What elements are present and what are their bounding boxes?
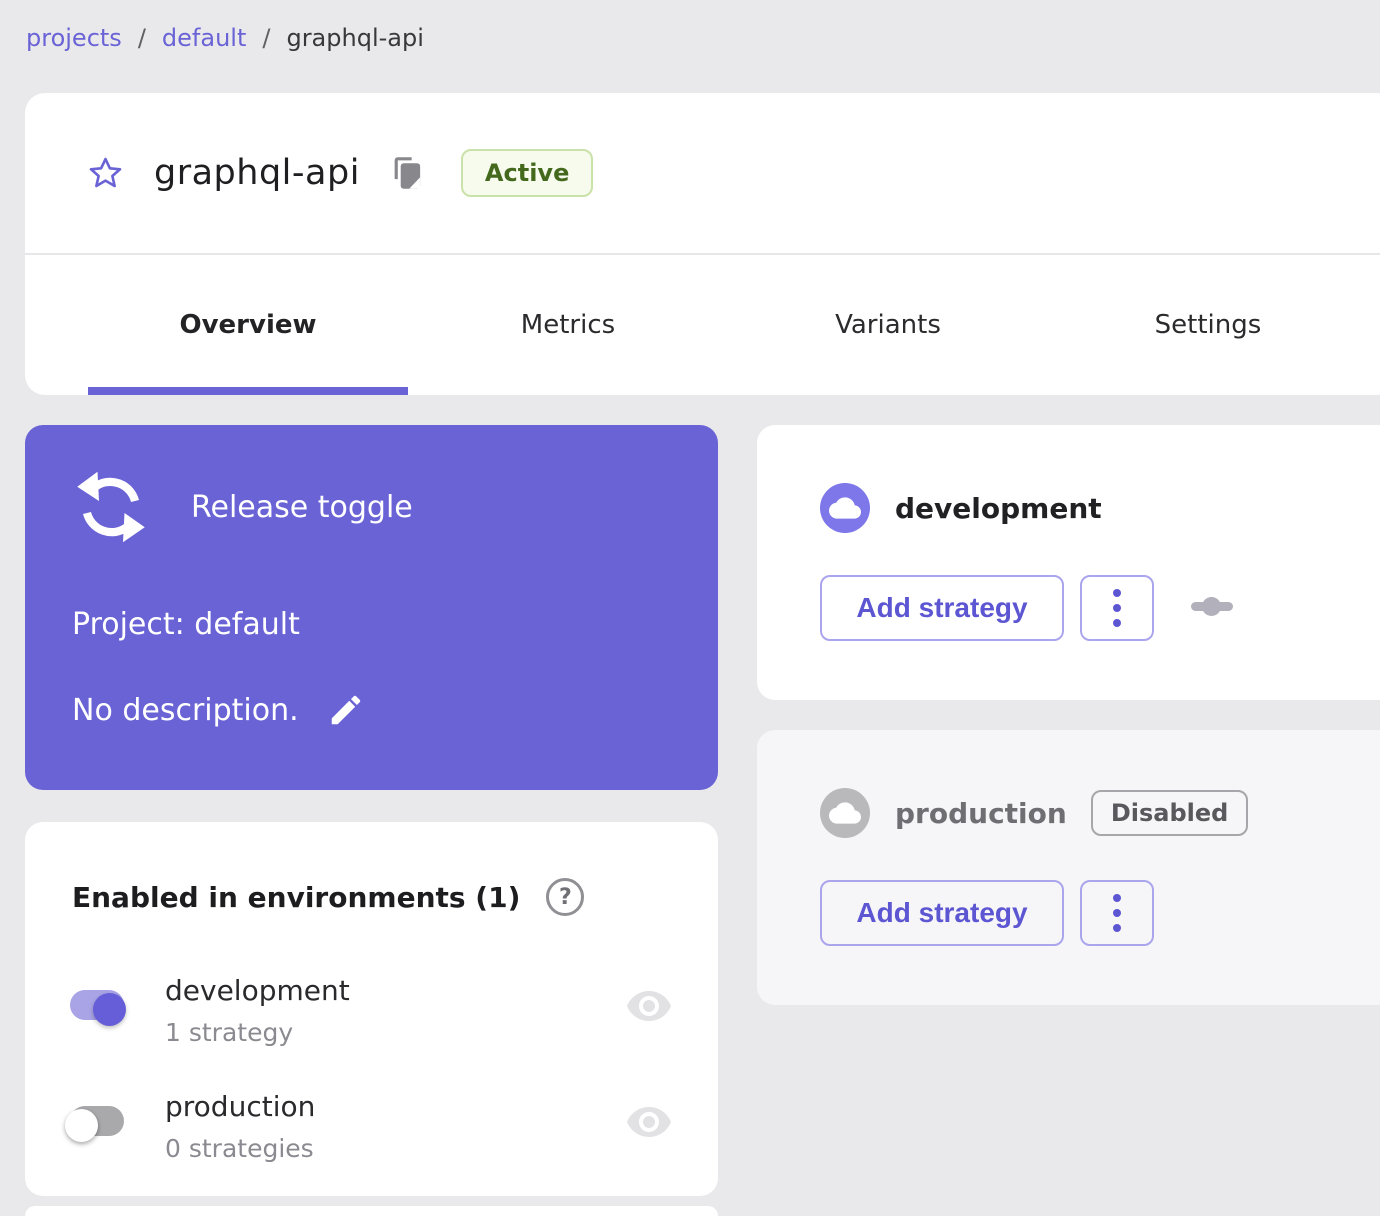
copy-name-icon[interactable]	[393, 156, 423, 190]
tab-overview[interactable]: Overview	[88, 255, 408, 395]
env-row-name: development	[165, 974, 350, 1007]
breadcrumb-default-link[interactable]: default	[162, 24, 246, 52]
release-toggle-card: Release toggle Project: default No descr…	[25, 425, 718, 790]
release-card-header: Release toggle	[75, 471, 413, 543]
breadcrumb-separator: /	[137, 24, 146, 52]
cloud-icon	[820, 483, 870, 533]
environment-name: production	[895, 796, 1067, 830]
add-strategy-button[interactable]: Add strategy	[820, 880, 1064, 946]
breadcrumb-current: graphql-api	[286, 24, 424, 52]
favorite-star-icon[interactable]	[87, 155, 124, 192]
eye-icon[interactable]	[622, 1098, 676, 1146]
feature-type-label: Release toggle	[191, 489, 413, 525]
description-label: No description.	[72, 692, 299, 728]
env-row-name: production	[165, 1090, 316, 1123]
help-icon[interactable]: ?	[546, 878, 585, 916]
status-badge: Active	[460, 149, 594, 197]
feature-header-card: graphql-api Active Overview Metrics Vari…	[25, 93, 1380, 395]
environment-card-development: development Add strategy	[757, 425, 1380, 700]
edit-description-pencil-icon[interactable]	[327, 691, 365, 729]
toggle-development[interactable]	[70, 990, 126, 1026]
tab-bar: Overview Metrics Variants Settings	[25, 255, 1380, 395]
env-row-strategy-count: 0 strategies	[165, 1134, 314, 1163]
next-card-peek	[25, 1206, 718, 1216]
kebab-menu-button[interactable]	[1080, 575, 1154, 641]
breadcrumb: projects / default / graphql-api	[26, 24, 424, 52]
feature-title: graphql-api	[154, 153, 360, 193]
toggle-production[interactable]	[65, 1106, 124, 1142]
breadcrumb-separator: /	[262, 24, 271, 52]
breadcrumb-projects-link[interactable]: projects	[26, 24, 122, 52]
tab-settings[interactable]: Settings	[1048, 255, 1368, 395]
environment-name: development	[895, 491, 1102, 525]
eye-icon[interactable]	[622, 982, 676, 1030]
panel-title: Enabled in environments (1)	[72, 880, 521, 914]
cloud-icon	[820, 788, 870, 838]
environment-toggle[interactable]	[1191, 597, 1233, 616]
enabled-environments-panel: Enabled in environments (1) ? developmen…	[25, 822, 718, 1196]
environment-card-production: production Disabled Add strategy	[757, 730, 1380, 1005]
tab-variants[interactable]: Variants	[728, 255, 1048, 395]
kebab-menu-button[interactable]	[1080, 880, 1154, 946]
env-row-strategy-count: 1 strategy	[165, 1018, 294, 1047]
disabled-badge: Disabled	[1090, 790, 1249, 836]
add-strategy-button[interactable]: Add strategy	[820, 575, 1064, 641]
active-tab-underline	[88, 387, 408, 395]
description-row: No description.	[72, 691, 365, 729]
page: projects / default / graphql-api graphql…	[0, 0, 1380, 1216]
project-label: Project: default	[72, 607, 300, 642]
feature-title-row: graphql-api Active	[25, 93, 1380, 253]
tab-metrics[interactable]: Metrics	[408, 255, 728, 395]
cycle-arrows-icon	[75, 471, 147, 543]
